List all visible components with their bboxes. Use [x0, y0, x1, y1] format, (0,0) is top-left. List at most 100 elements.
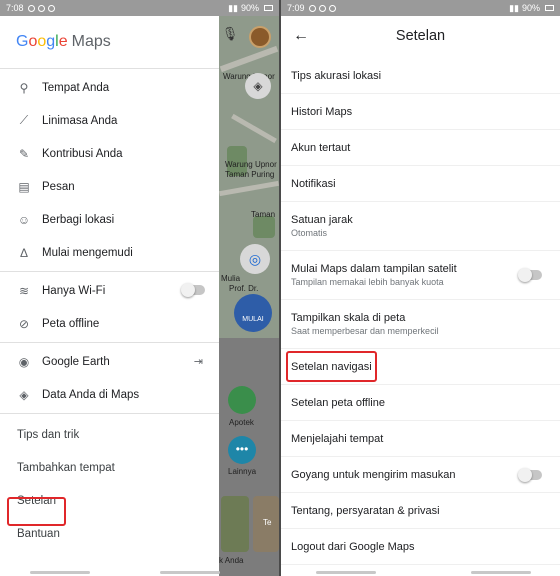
drawer-item-label: Linimasa Anda — [42, 114, 118, 127]
drawer-item-linimasa-anda[interactable]: ⟋ Linimasa Anda — [0, 104, 219, 137]
map-label: Prof. Dr. — [229, 284, 259, 293]
earth-icon: ◉ — [18, 354, 30, 369]
nav-pill[interactable] — [160, 571, 220, 574]
drawer-item-pesan[interactable]: ▤ Pesan — [0, 170, 219, 203]
settings-item-tips-akurasi-lokasi[interactable]: Tips akurasi lokasi — [281, 58, 560, 94]
map-label: k Anda — [219, 556, 244, 565]
settings-item-notifikasi[interactable]: Notifikasi — [281, 166, 560, 202]
settings-item-label: Tampilkan skala di peta — [291, 312, 406, 324]
settings-item-label: Notifikasi — [291, 177, 336, 190]
notification-icon — [328, 4, 336, 12]
status-bar: 7:08 ▮▮ 90% — [0, 0, 279, 16]
drawer-item-tempat-anda[interactable]: ⚲ Tempat Anda — [0, 71, 219, 104]
drawer-link-tips-dan-trik[interactable]: Tips dan trik — [0, 418, 219, 451]
pharmacy-chip-icon[interactable] — [228, 386, 256, 414]
settings-toggle[interactable] — [518, 467, 542, 482]
offline-icon: ⊘ — [18, 316, 30, 331]
microphone-icon[interactable]: 🎙 — [221, 26, 239, 44]
navigation-icon: Δ — [19, 245, 28, 260]
logo-google: Google — [16, 33, 68, 50]
notification-icon — [308, 4, 316, 12]
drawer-item-label: Data Anda di Maps — [42, 388, 140, 401]
navigation-drawer: Google Maps ⚲ Tempat Anda ⟋ Linimasa Anda ✎ K… — [0, 16, 219, 576]
drawer-item-google-earth[interactable]: ◉ Google Earth ⇥ — [0, 345, 219, 378]
location-share-icon: ☺ — [17, 212, 31, 227]
settings-item-histori-maps[interactable]: Histori Maps — [281, 94, 560, 130]
drawer-item-data-anda-di-maps[interactable]: ◈ Data Anda di Maps — [0, 378, 219, 411]
notification-icon — [37, 4, 45, 12]
status-time: 7:09 — [287, 3, 305, 13]
shield-icon: ◈ — [19, 387, 29, 402]
contributions-icon: ✎ — [18, 146, 30, 161]
wifi-only-toggle[interactable] — [181, 283, 205, 297]
battery-icon — [545, 5, 554, 11]
open-external-icon: ⇥ — [193, 356, 203, 368]
avatar[interactable] — [249, 26, 271, 48]
start-label: MULAI — [242, 316, 264, 323]
more-chip-icon[interactable]: ••• — [228, 436, 256, 464]
settings-item-label: Akun tertaut — [291, 141, 351, 154]
my-location-icon[interactable]: ◎ — [240, 244, 270, 274]
start-navigation-button[interactable]: MULAI — [234, 294, 272, 332]
settings-item-goyang-untuk-mengirim-masukan[interactable]: Goyang untuk mengirim masukan — [281, 457, 560, 493]
settings-item-label: Tentang, persyaratan & privasi — [291, 504, 440, 517]
system-nav-bar — [281, 568, 560, 576]
drawer-link-tambahkan-tempat[interactable]: Tambahkan tempat — [0, 451, 219, 484]
signal-icon: ▮▮ — [509, 2, 519, 13]
settings-item-tentang-persyaratan-privasi[interactable]: Tentang, persyaratan & privasi — [281, 493, 560, 529]
photo-label: Te — [263, 518, 272, 527]
settings-item-logout-dari-google-maps[interactable]: Logout dari Google Maps — [281, 529, 560, 565]
settings-item-label: Setelan peta offline — [291, 396, 385, 409]
settings-item-label: Menjelajahi tempat — [291, 432, 384, 445]
battery-text: 90% — [240, 3, 259, 13]
settings-item-label: Histori Maps — [291, 105, 353, 118]
nav-pill[interactable] — [30, 571, 90, 574]
timeline-icon: ⟋ — [19, 113, 29, 127]
settings-item-label: Logout dari Google Maps — [291, 540, 415, 553]
settings-item-mulai-maps-dalam-tampilan-satelit[interactable]: Mulai Maps dalam tampilan satelit Tampila… — [281, 251, 560, 300]
system-nav-bar — [0, 568, 279, 576]
map-view[interactable]: 🎙 Warung Upnor ◈ Warung Upnor Taman Puri… — [219, 16, 279, 576]
settings-item-tampilkan-skala-di-peta[interactable]: Tampilkan skala di peta Saat memperbesar … — [281, 300, 560, 349]
right-screen: 7:09 ▮▮ 90% ← Setelan Tips akurasi lokas… — [281, 0, 560, 576]
settings-item-setelan-peta-offline[interactable]: Setelan peta offline — [281, 385, 560, 421]
setelan-highlight-box — [7, 497, 66, 526]
status-bar: 7:09 ▮▮ 90% — [281, 0, 560, 16]
settings-item-menjelajahi-tempat[interactable]: Menjelajahi tempat — [281, 421, 560, 457]
notification-icon — [47, 4, 55, 12]
battery-icon — [264, 5, 273, 11]
settings-item-subtitle: Otomatis — [291, 228, 328, 238]
drawer-item-label: Tempat Anda — [42, 81, 110, 94]
status-time: 7:08 — [6, 3, 24, 13]
setelan-navigasi-highlight-box — [286, 351, 377, 382]
settings-item-satuan-jarak[interactable]: Satuan jarak Otomatis — [281, 202, 560, 251]
drawer-item-hanya-wi-fi[interactable]: ≋ Hanya Wi-Fi — [0, 274, 219, 307]
nav-pill[interactable] — [471, 571, 531, 574]
settings-toggle[interactable] — [518, 268, 542, 282]
logo-maps: Maps — [71, 33, 111, 50]
left-screen: 7:08 ▮▮ 90% 🎙 Warung Upnor ◈ Warung Upno… — [0, 0, 279, 576]
drawer-item-label: Peta offline — [42, 317, 100, 330]
drawer-item-berbagi-lokasi[interactable]: ☺ Berbagi lokasi — [0, 203, 219, 236]
settings-list: Tips akurasi lokasi Histori Maps Akun tert… — [281, 58, 560, 565]
place-photo[interactable] — [221, 496, 249, 552]
settings-header: ← Setelan — [281, 16, 560, 56]
notification-icon — [318, 4, 326, 12]
map-label: Taman Puring — [225, 170, 275, 179]
drawer-item-kontribusi-anda[interactable]: ✎ Kontribusi Anda — [0, 137, 219, 170]
drawer-item-label: Hanya Wi-Fi — [42, 284, 106, 297]
settings-item-akun-tertaut[interactable]: Akun tertaut — [281, 130, 560, 166]
google-maps-logo: Google Maps — [0, 16, 219, 68]
chip-label: Apotek — [229, 418, 254, 427]
drawer-item-peta-offline[interactable]: ⊘ Peta offline — [0, 307, 219, 340]
map-label: Mulia — [221, 274, 241, 283]
drawer-item-mulai-mengemudi[interactable]: Δ Mulai mengemudi — [0, 236, 219, 269]
layers-icon[interactable]: ◈ — [245, 73, 271, 99]
settings-item-label: Tips akurasi lokasi — [291, 69, 382, 82]
back-arrow-icon[interactable]: ← — [281, 27, 321, 45]
drawer-item-label: Mulai mengemudi — [42, 246, 133, 259]
drawer-item-label: Berbagi lokasi — [42, 213, 115, 226]
map-label: Taman — [251, 210, 276, 219]
nav-pill[interactable] — [316, 571, 376, 574]
place-icon: ⚲ — [19, 80, 29, 95]
